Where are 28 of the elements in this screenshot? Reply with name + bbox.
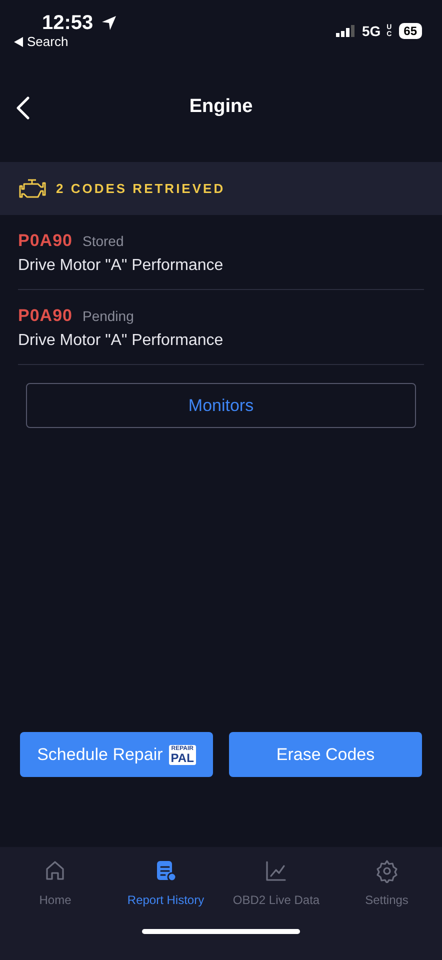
code-description: Drive Motor "A" Performance [18, 332, 224, 350]
tab-item[interactable]: OBD2 Live Data [221, 859, 332, 907]
line-chart-icon [264, 859, 288, 883]
trouble-code-row[interactable]: P0A90 Stored Drive Motor "A" Performance [18, 215, 424, 290]
network-type: 5G [362, 23, 381, 39]
tab-item[interactable]: Home [0, 859, 110, 907]
engine-icon [18, 178, 46, 200]
code-status: Pending [82, 308, 134, 324]
code-description: Drive Motor "A" Performance [18, 257, 224, 275]
tab-item[interactable]: Settings [332, 859, 442, 907]
erase-codes-button[interactable]: Erase Codes [229, 732, 422, 777]
status-time: 12:53 [42, 12, 94, 34]
settings-icon [374, 859, 399, 883]
tab-item[interactable]: Report History [110, 859, 221, 907]
trouble-code: P0A90 [18, 231, 72, 251]
location-arrow-icon [101, 15, 118, 31]
back-to-app-link[interactable]: Search [27, 34, 68, 50]
chevron-left-icon [16, 96, 30, 120]
banner-text: 2 CODES RETRIEVED [56, 181, 226, 196]
battery-level: 65 [398, 23, 422, 39]
back-triangle-icon [14, 37, 23, 47]
page-title: Engine [189, 96, 253, 118]
signal-icon [336, 25, 356, 37]
code-status: Stored [82, 233, 124, 249]
trouble-code-row[interactable]: P0A90 Pending Drive Motor "A" Performance [18, 290, 424, 365]
back-button[interactable] [16, 96, 30, 120]
monitors-button[interactable]: Monitors [26, 383, 416, 428]
trouble-code: P0A90 [18, 306, 72, 326]
